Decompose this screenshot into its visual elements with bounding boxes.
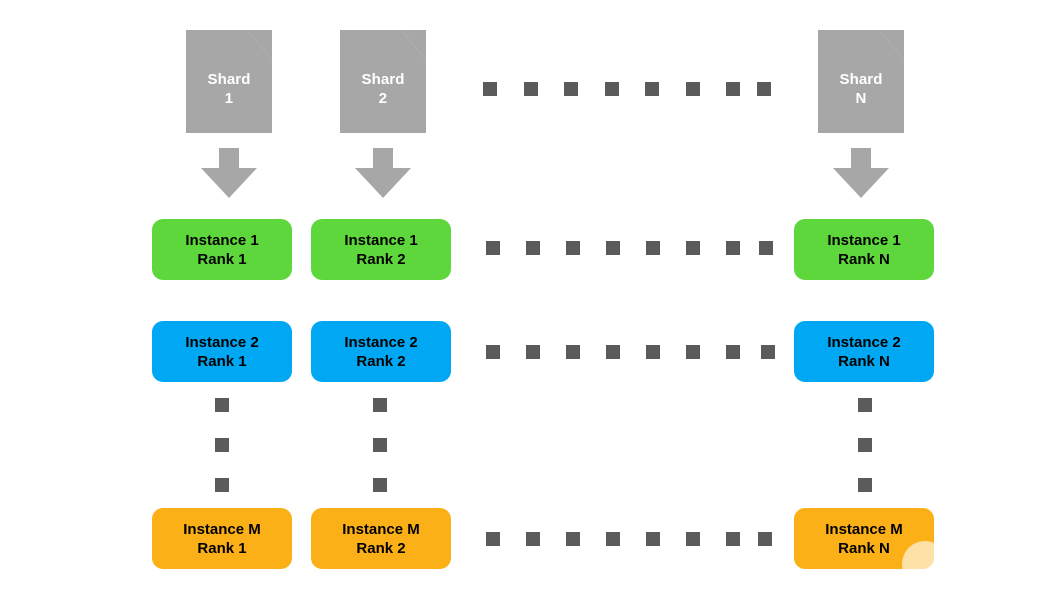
instance-box-instance-m-rank-2[interactable]: Instance M Rank 2 bbox=[311, 508, 451, 569]
vertical-ellipsis-dot bbox=[858, 398, 872, 412]
ellipsis-dot bbox=[566, 345, 580, 359]
vertical-ellipsis-dot bbox=[373, 398, 387, 412]
instance-box-instance-m-rank-1[interactable]: Instance M Rank 1 bbox=[152, 508, 292, 569]
vertical-ellipsis-dot bbox=[858, 438, 872, 452]
instance-line-1: Instance 2 bbox=[185, 333, 259, 351]
shard-document-1: Shard 1 bbox=[186, 30, 272, 133]
ellipsis-dot bbox=[686, 345, 700, 359]
ellipsis-dot bbox=[686, 82, 700, 96]
vertical-ellipsis-dot bbox=[373, 438, 387, 452]
instance-box-instance-1-rank-n[interactable]: Instance 1 Rank N bbox=[794, 219, 934, 280]
ellipsis-dot bbox=[564, 82, 578, 96]
arrow-shaft bbox=[851, 148, 871, 170]
ellipsis-dot bbox=[605, 82, 619, 96]
ellipsis-dot bbox=[606, 241, 620, 255]
arrow-down-icon-shard-2 bbox=[355, 148, 411, 198]
ellipsis-dot bbox=[726, 345, 740, 359]
ellipsis-dot bbox=[526, 345, 540, 359]
instance-line-1: Instance 2 bbox=[827, 333, 901, 351]
instance-line-2: Rank N bbox=[838, 539, 890, 557]
ellipsis-dot bbox=[524, 82, 538, 96]
shard-document-2: Shard 2 bbox=[340, 30, 426, 133]
vertical-ellipsis-dot bbox=[858, 478, 872, 492]
ellipsis-dot bbox=[758, 532, 772, 546]
ellipsis-dot bbox=[606, 345, 620, 359]
ellipsis-dot bbox=[726, 532, 740, 546]
ellipsis-dot bbox=[486, 532, 500, 546]
ellipsis-dot bbox=[759, 241, 773, 255]
instance-line-2: Rank 2 bbox=[356, 352, 406, 370]
instance-box-instance-1-rank-2[interactable]: Instance 1 Rank 2 bbox=[311, 219, 451, 280]
instance-box-instance-2-rank-1[interactable]: Instance 2 Rank 1 bbox=[152, 321, 292, 382]
instance-box-instance-2-rank-2[interactable]: Instance 2 Rank 2 bbox=[311, 321, 451, 382]
shard-label: Shard 2 bbox=[361, 71, 405, 107]
ellipsis-dot bbox=[761, 345, 775, 359]
ellipsis-dot bbox=[566, 241, 580, 255]
shard-label: Shard 1 bbox=[207, 71, 251, 107]
arrow-head bbox=[201, 168, 257, 198]
instance-line-1: Instance 1 bbox=[827, 231, 901, 249]
vertical-ellipsis-dot bbox=[215, 478, 229, 492]
ellipsis-dot bbox=[726, 82, 740, 96]
ellipsis-dot bbox=[686, 532, 700, 546]
instance-line-2: Rank N bbox=[838, 250, 890, 268]
ellipsis-dot bbox=[486, 241, 500, 255]
vertical-ellipsis-dot bbox=[215, 398, 229, 412]
instance-line-1: Instance M bbox=[825, 520, 903, 538]
ellipsis-dot bbox=[526, 241, 540, 255]
vertical-ellipsis-dot bbox=[373, 478, 387, 492]
instance-line-1: Instance M bbox=[183, 520, 261, 538]
instance-line-2: Rank 1 bbox=[197, 352, 247, 370]
ellipsis-dot bbox=[566, 532, 580, 546]
ellipsis-dot bbox=[726, 241, 740, 255]
shard-document-n: Shard N bbox=[818, 30, 904, 133]
arrow-down-icon-shard-n bbox=[833, 148, 889, 198]
arrow-head bbox=[833, 168, 889, 198]
instance-line-2: Rank 2 bbox=[356, 539, 406, 557]
ellipsis-dot bbox=[645, 82, 659, 96]
ellipsis-dot bbox=[757, 82, 771, 96]
ellipsis-dot bbox=[646, 241, 660, 255]
ellipsis-dot bbox=[646, 532, 660, 546]
instance-line-1: Instance 2 bbox=[344, 333, 418, 351]
vertical-ellipsis-dot bbox=[215, 438, 229, 452]
ellipsis-dot bbox=[646, 345, 660, 359]
instance-line-2: Rank 2 bbox=[356, 250, 406, 268]
instance-line-1: Instance 1 bbox=[344, 231, 418, 249]
arrow-shaft bbox=[373, 148, 393, 170]
instance-line-2: Rank 1 bbox=[197, 250, 247, 268]
ellipsis-dot bbox=[486, 345, 500, 359]
ellipsis-dot bbox=[606, 532, 620, 546]
instance-box-instance-2-rank-n[interactable]: Instance 2 Rank N bbox=[794, 321, 934, 382]
instance-box-instance-m-rank-n[interactable]: Instance M Rank N bbox=[794, 508, 934, 569]
arrow-head bbox=[355, 168, 411, 198]
instance-line-2: Rank 1 bbox=[197, 539, 247, 557]
arrow-down-icon-shard-1 bbox=[201, 148, 257, 198]
arrow-shaft bbox=[219, 148, 239, 170]
ellipsis-dot bbox=[483, 82, 497, 96]
diagram-canvas: Shard 1 Shard 2 Shard N Instance 1 Rank … bbox=[0, 0, 1053, 593]
ellipsis-dot bbox=[686, 241, 700, 255]
ellipsis-dot bbox=[526, 532, 540, 546]
instance-line-2: Rank N bbox=[838, 352, 890, 370]
instance-line-1: Instance 1 bbox=[185, 231, 259, 249]
instance-box-instance-1-rank-1[interactable]: Instance 1 Rank 1 bbox=[152, 219, 292, 280]
shard-label: Shard N bbox=[839, 71, 883, 107]
instance-line-1: Instance M bbox=[342, 520, 420, 538]
